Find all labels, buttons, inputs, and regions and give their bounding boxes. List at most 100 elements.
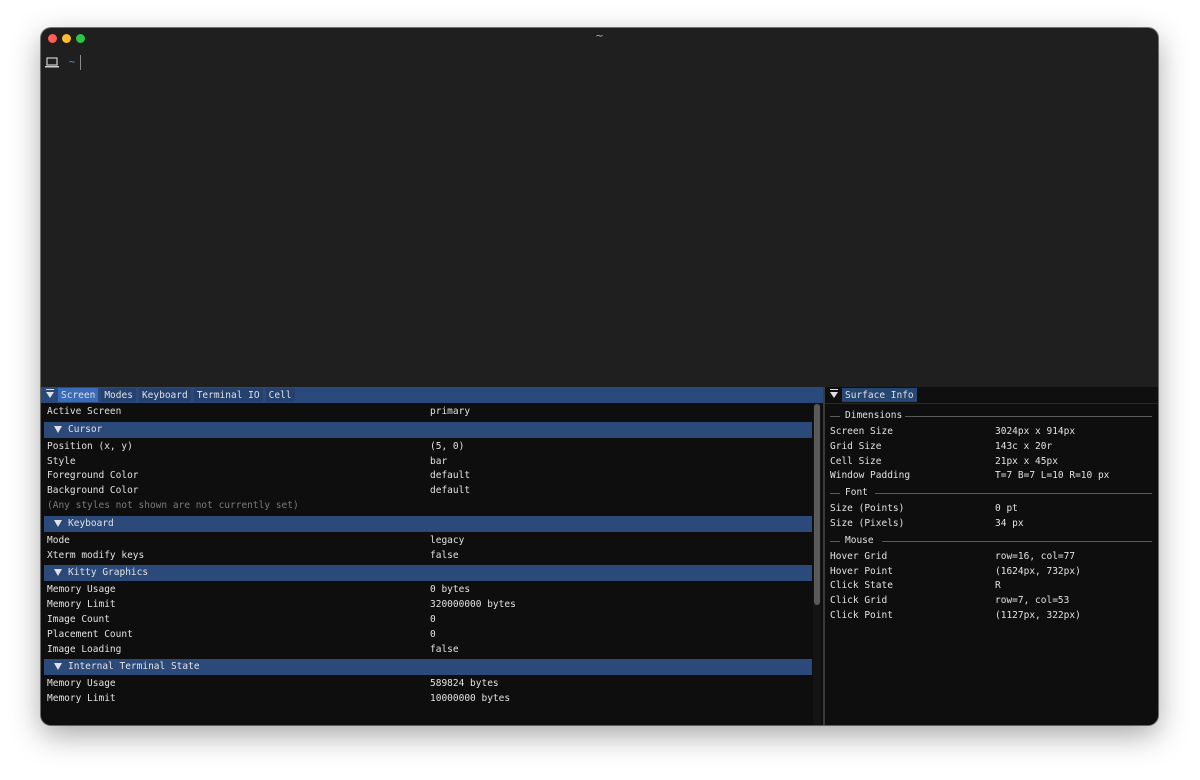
tab-keyboard[interactable]: Keyboard: [138, 388, 191, 402]
row-key: Hover Grid: [830, 550, 888, 562]
title-bar[interactable]: ~: [41, 28, 1158, 50]
separator-line: [875, 493, 1152, 495]
row-key: Active Screen: [47, 406, 122, 417]
row-key: Cell Size: [830, 455, 882, 467]
row-key: Size (Points): [830, 503, 905, 515]
row-value: row=16, col=77: [995, 550, 1076, 562]
vertical-scrollbar[interactable]: [813, 404, 821, 725]
table-row: Memory Limit 10000000 bytes: [47, 692, 809, 707]
row-key: Memory Usage: [47, 678, 116, 690]
row-value: 320000000 bytes: [430, 599, 516, 611]
table-row: Xterm modify keys false: [47, 549, 809, 564]
cursor-section-header[interactable]: Cursor: [44, 421, 812, 438]
window-title: ~: [595, 31, 604, 42]
section-title: Kitty Graphics: [68, 567, 149, 579]
row-key: Image Loading: [47, 643, 122, 655]
table-row: Click Point (1127px, 322px): [830, 609, 1152, 624]
table-row: Placement Count 0: [47, 628, 809, 643]
terminal-window: ~ ~ Screen Modes Keyboard Terminal IO Ce…: [41, 28, 1158, 725]
row-key: Placement Count: [47, 628, 133, 640]
row-value: 21px x 45px: [995, 455, 1058, 467]
row-value: 143c x 20r: [995, 440, 1053, 452]
internal-state-section-header[interactable]: Internal Terminal State: [44, 659, 812, 676]
surface-info-tabbar: Surface Info: [825, 387, 1158, 404]
expanded-triangle-icon: [54, 663, 62, 671]
separator-line: [830, 493, 840, 495]
row-value: false: [430, 643, 459, 655]
row-value: 0: [430, 613, 436, 625]
table-row: Image Loading false: [47, 643, 809, 658]
row-value: 10000000 bytes: [430, 693, 511, 705]
keyboard-section-header[interactable]: Keyboard: [44, 515, 812, 532]
row-key: Click Point: [830, 609, 893, 621]
table-row: Position (x, y) (5, 0): [47, 440, 809, 455]
row-value: 0 pt: [995, 503, 1018, 515]
section-title: Font: [845, 484, 873, 503]
table-row: Mode legacy: [47, 534, 809, 549]
table-row: Grid Size 143c x 20r: [830, 440, 1152, 455]
inspector-tabbar: Screen Modes Keyboard Terminal IO Cell: [41, 387, 823, 403]
table-row: Image Count 0: [47, 613, 809, 628]
surface-info-panel: Surface Info Dimensions Screen Size 3024…: [825, 387, 1158, 725]
kitty-graphics-section-header[interactable]: Kitty Graphics: [44, 565, 812, 582]
dimensions-section-header: Dimensions: [830, 407, 1152, 425]
row-key: Position (x, y): [47, 440, 133, 452]
row-key: Foreground Color: [47, 470, 139, 482]
section-title: Dimensions: [845, 407, 908, 425]
table-row: Screen Size 3024px x 914px: [830, 425, 1152, 440]
row-value: legacy: [430, 534, 465, 546]
row-key: Background Color: [47, 485, 139, 497]
row-key: Image Count: [47, 613, 110, 625]
row-value: T=7 B=7 L=10 R=10 px: [995, 470, 1110, 482]
row-key: Click Grid: [830, 595, 888, 607]
row-key: Screen Size: [830, 426, 893, 437]
row-key: Mode: [47, 534, 70, 546]
section-title: Internal Terminal State: [68, 661, 200, 673]
tab-surface-info[interactable]: Surface Info: [842, 388, 917, 402]
text-cursor: [80, 54, 82, 70]
shell-prompt[interactable]: ~: [45, 54, 82, 70]
row-value: (5, 0): [430, 440, 465, 452]
note-text: (Any styles not shown are not currently …: [47, 499, 299, 511]
row-key: Hover Point: [830, 565, 893, 577]
row-value: row=7, col=53: [995, 595, 1070, 607]
separator-line: [905, 416, 1152, 417]
row-value: 589824 bytes: [430, 678, 499, 690]
row-value: default: [430, 470, 471, 482]
row-key: Window Padding: [830, 470, 911, 482]
tab-terminal-io[interactable]: Terminal IO: [193, 388, 263, 402]
surface-info-content: Dimensions Screen Size 3024px x 914px Gr…: [830, 407, 1152, 624]
row-key: Style: [47, 455, 76, 467]
row-value: false: [430, 549, 459, 561]
row-key: Size (Pixels): [830, 517, 905, 529]
mouse-section-header: Mouse: [830, 531, 1152, 550]
tab-screen[interactable]: Screen: [58, 388, 99, 402]
table-row: Memory Limit 320000000 bytes: [47, 598, 809, 613]
table-row: Background Color default: [47, 484, 809, 499]
table-row: Size (Pixels) 34 px: [830, 517, 1152, 532]
screen-content: Active Screen primary Cursor Position (x…: [44, 405, 812, 707]
cursor-style-note: (Any styles not shown are not currently …: [47, 499, 809, 514]
row-value: 0: [430, 628, 436, 640]
row-key: Click State: [830, 580, 893, 592]
section-title: Keyboard: [68, 517, 114, 529]
active-screen-row: Active Screen primary: [47, 405, 809, 420]
row-value: R: [995, 580, 1001, 592]
scrollbar-thumb[interactable]: [814, 404, 820, 605]
row-value: default: [430, 485, 471, 497]
collapse-icon[interactable]: [830, 389, 838, 398]
row-value: 34 px: [995, 517, 1024, 529]
tab-modes[interactable]: Modes: [101, 388, 136, 402]
collapse-icon[interactable]: [46, 389, 54, 398]
table-row: Window Padding T=7 B=7 L=10 R=10 px: [830, 469, 1152, 484]
row-key: Xterm modify keys: [47, 549, 145, 561]
expanded-triangle-icon: [54, 569, 62, 577]
table-row: Hover Grid row=16, col=77: [830, 550, 1152, 565]
tab-cell[interactable]: Cell: [265, 388, 295, 402]
row-key: Grid Size: [830, 440, 882, 452]
row-value: bar: [430, 455, 448, 467]
expanded-triangle-icon: [54, 519, 62, 527]
section-title: Mouse: [845, 531, 879, 550]
expanded-triangle-icon: [54, 425, 62, 433]
row-value: 0 bytes: [430, 584, 471, 596]
